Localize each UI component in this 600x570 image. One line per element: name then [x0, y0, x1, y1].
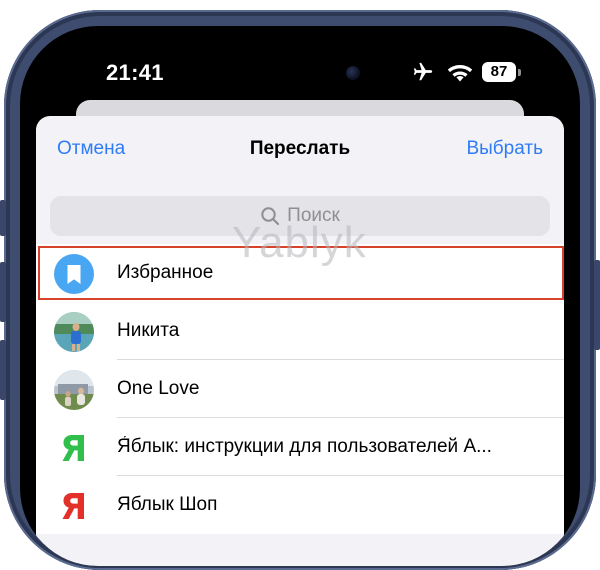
chat-name: One Love [117, 378, 200, 399]
front-camera [346, 66, 360, 80]
mute-switch [0, 200, 6, 236]
yablyk-letter-icon [54, 486, 94, 526]
chat-row-nikita[interactable]: Никита [36, 302, 564, 360]
phone-screen: 21:41 87 Отмена Переслать Выбрать Поиск … [20, 26, 580, 566]
chat-name: Я́блык: инструкции для пользователей A..… [117, 436, 492, 457]
chat-row-one-love[interactable]: One Love [36, 360, 564, 418]
chat-row-yablyk-instructions[interactable]: Я́блык: инструкции для пользователей A..… [36, 418, 564, 476]
yablyk-letter-icon [54, 428, 94, 468]
volume-up-button [0, 262, 6, 322]
avatar [54, 370, 94, 410]
chat-name: Яблык Шоп [117, 494, 218, 515]
saved-messages-bookmark-icon [54, 254, 94, 294]
chat-row-yablyk-shop[interactable]: Яблык Шоп [36, 476, 564, 534]
power-button [594, 260, 600, 350]
status-time: 21:41 [106, 60, 164, 85]
watermark: Yablyk [232, 218, 367, 267]
wifi-icon [447, 65, 473, 82]
chat-name: Никита [117, 320, 180, 341]
battery-tip [518, 69, 521, 76]
status-bar: 21:41 87 [20, 26, 580, 100]
forward-sheet: Отмена Переслать Выбрать Поиск Избранное… [36, 116, 564, 566]
airplane-icon [413, 62, 433, 81]
chat-list: Избранное Никита One Love Я́блык: инстру… [36, 244, 564, 534]
battery-icon: 87 [482, 62, 516, 82]
sheet-nav-bar: Отмена Переслать Выбрать [36, 116, 564, 186]
avatar [54, 312, 94, 352]
select-button[interactable]: Выбрать [466, 138, 543, 160]
volume-down-button [0, 340, 6, 400]
